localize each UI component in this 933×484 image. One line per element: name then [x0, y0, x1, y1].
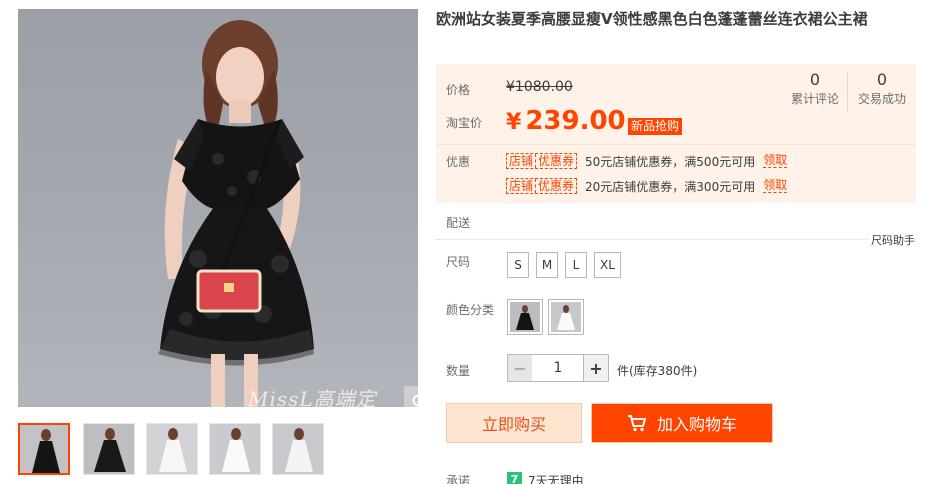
thumbnail-1[interactable]	[18, 423, 70, 475]
coupon-tag-right: 优惠券	[538, 179, 575, 193]
taobao-price: ¥ 239.00	[506, 106, 626, 136]
review-count-stat[interactable]: 0 累计评论	[782, 70, 848, 108]
trade-count-label: 交易成功	[857, 92, 906, 106]
delivery-divider	[436, 239, 916, 240]
trade-count-stat[interactable]: 0 交易成功	[849, 70, 915, 108]
add-to-cart-button[interactable]: 加入购物车	[591, 403, 773, 443]
thumbnail-3[interactable]	[146, 423, 198, 475]
thumbnail-4[interactable]	[209, 423, 261, 475]
cart-icon	[627, 414, 647, 432]
size-option-s[interactable]: S	[507, 252, 529, 278]
review-count: 0	[809, 70, 821, 89]
new-product-tag: 新品抢购	[628, 118, 683, 135]
coupon-row-1: 店铺 优惠券 50元店铺优惠券，满500元可用 领取	[506, 152, 788, 170]
seven-day-return-icon: 7	[507, 472, 522, 484]
stock-info: 件(库存380件)	[617, 364, 698, 378]
price-label: 价格	[446, 83, 471, 97]
review-count-label: 累计评论	[790, 92, 839, 106]
quantity-label: 数量	[446, 364, 471, 378]
coupon-tag-right: 优惠券	[538, 154, 575, 168]
quantity-increase-button[interactable]: +	[583, 354, 609, 382]
stat-divider	[847, 72, 848, 112]
coupon-tag-left: 店铺	[509, 179, 534, 193]
size-option-m[interactable]: M	[536, 252, 558, 278]
taobao-price-label: 淘宝价	[446, 116, 483, 130]
coupon-desc: 50元店铺优惠券，满500元可用	[585, 154, 756, 169]
size-helper-link[interactable]: 尺码助手	[869, 232, 915, 248]
size-option-l[interactable]: L	[565, 252, 587, 278]
model-photo	[158, 20, 314, 407]
promise-label: 承诺	[446, 474, 471, 484]
coupon-tag-left: 店铺	[509, 154, 534, 168]
thumbnail-5[interactable]	[272, 423, 324, 475]
price-panel: 价格 ¥1080.00 淘宝价 ¥ 239.00 新品抢购 0 累计评论 0 交…	[436, 64, 916, 203]
color-swatch-white	[551, 302, 581, 332]
add-to-cart-label: 加入购物车	[656, 415, 737, 434]
size-label: 尺码	[446, 255, 471, 269]
get-coupon-link[interactable]: 领取	[763, 154, 788, 168]
coupon-desc: 20元店铺优惠券，满300元可用	[585, 179, 756, 194]
promise-text[interactable]: 7天无理由	[528, 472, 584, 484]
thumbnail-2[interactable]	[83, 423, 135, 475]
color-label: 颜色分类	[446, 303, 495, 317]
original-price: ¥1080.00	[506, 79, 573, 95]
color-swatch-black	[510, 302, 540, 332]
get-coupon-link[interactable]: 领取	[763, 179, 788, 193]
buy-now-button[interactable]: 立即购买	[446, 403, 582, 443]
delivery-label: 配送	[446, 216, 471, 230]
buy-now-label: 立即购买	[481, 415, 546, 434]
quantity-decrease-button[interactable]: −	[507, 354, 533, 382]
price-value: 239.00	[525, 106, 626, 136]
thumbnail-strip	[18, 423, 338, 477]
product-title: 欧洲站女装夏季高腰显瘦V领性感黑色白色蓬蓬蕾丝连衣裙公主裙	[436, 10, 868, 28]
promo-label: 优惠	[446, 155, 471, 169]
quantity-input[interactable]: 1	[532, 354, 584, 382]
currency-symbol: ¥	[506, 110, 522, 135]
color-option-black[interactable]	[507, 299, 543, 335]
zoom-icon[interactable]	[404, 386, 418, 407]
coupon-row-2: 店铺 优惠券 20元店铺优惠券，满300元可用 领取	[506, 177, 788, 195]
shop-coupon-tag: 店铺 优惠券	[506, 153, 578, 169]
color-option-white[interactable]	[548, 299, 584, 335]
shop-coupon-tag: 店铺 优惠券	[506, 178, 578, 194]
watermark-text: MissL高端定	[248, 387, 377, 407]
trade-count: 0	[876, 70, 888, 89]
promo-divider	[436, 144, 916, 145]
main-product-image[interactable]: MissL高端定	[18, 9, 418, 407]
size-option-xl[interactable]: XL	[594, 252, 621, 278]
